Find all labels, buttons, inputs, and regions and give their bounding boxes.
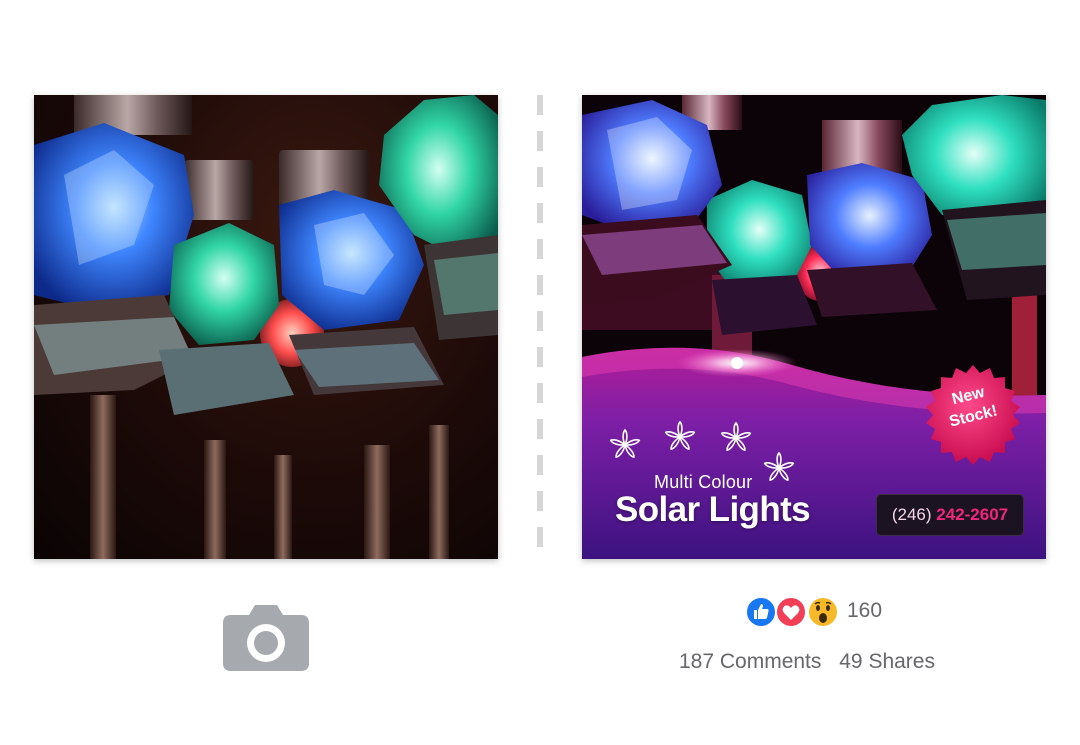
phone-number-box: (246) 242-2607 <box>876 494 1024 536</box>
flower-icon <box>664 420 696 451</box>
love-icon[interactable] <box>775 596 807 628</box>
flower-icon <box>720 421 752 452</box>
engagement-stats: 187 Comments 49 Shares <box>679 650 935 674</box>
solar-lights-photo <box>34 95 498 559</box>
phone-number: 242-2607 <box>936 505 1009 524</box>
comments-count[interactable]: 187 Comments <box>679 650 821 673</box>
flower-icon <box>763 451 795 482</box>
phone-area-code: (246) <box>891 505 932 524</box>
original-photo <box>34 95 498 559</box>
dashed-divider <box>537 95 543 563</box>
wow-icon[interactable] <box>807 596 839 628</box>
promo-graphic: New Stock! Multi Colour Solar Lights (24… <box>582 95 1046 559</box>
camera-icon[interactable] <box>223 603 309 671</box>
flower-icon <box>609 428 641 459</box>
reaction-count[interactable]: 160 <box>847 599 882 623</box>
promo-title: Solar Lights <box>615 490 811 529</box>
shares-count[interactable]: 49 Shares <box>839 650 935 673</box>
like-icon[interactable] <box>745 596 777 628</box>
